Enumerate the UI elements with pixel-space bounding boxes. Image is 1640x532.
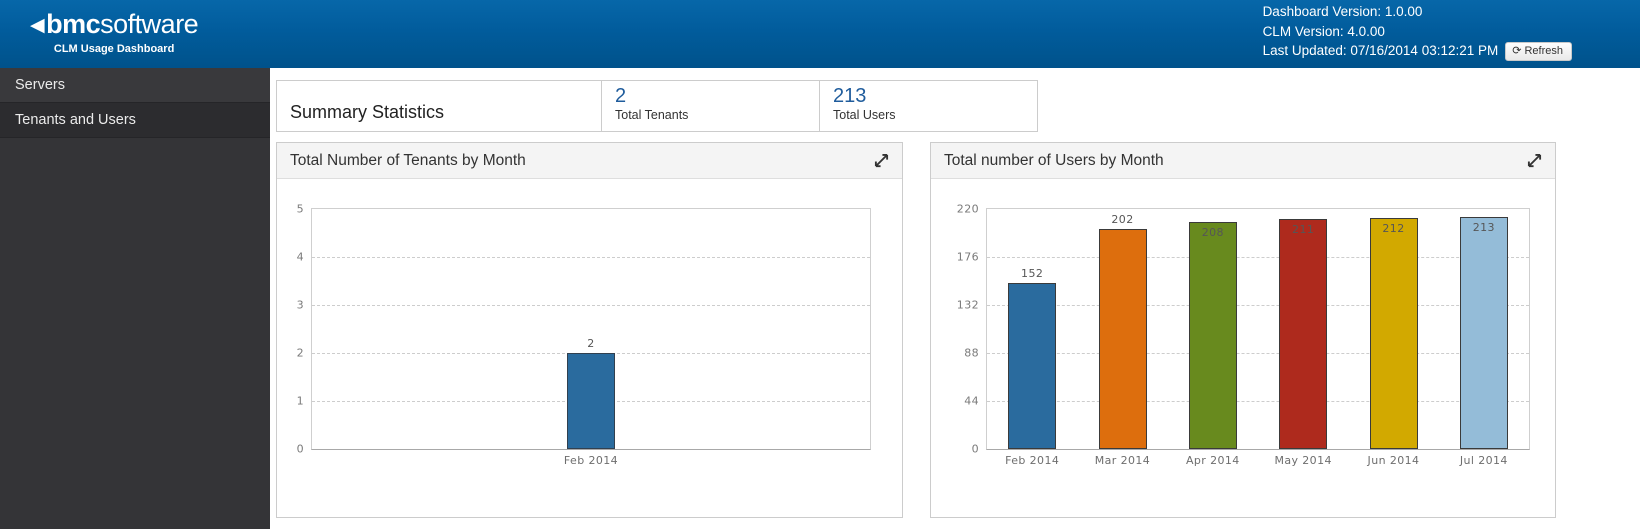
expand-icon[interactable] (874, 153, 889, 168)
x-tick-label: Apr 2014 (1168, 454, 1258, 467)
total-users-value: 213 (833, 85, 1037, 107)
users-chart-panel: Total number of Users by Month 0 44 88 132 1… (930, 142, 1556, 518)
gridline (987, 305, 1529, 306)
bmc-logo: ◀bmcsoftware CLM Usage Dashboard (30, 9, 198, 55)
bar[interactable] (1008, 283, 1056, 449)
y-tick-label: 2 (266, 347, 304, 360)
x-tick-label: Jul 2014 (1439, 454, 1529, 467)
y-tick-label: 3 (266, 299, 304, 312)
logo-software: software (100, 9, 198, 39)
gridline (312, 305, 870, 306)
users-chart-title: Total number of Users by Month (944, 152, 1164, 169)
refresh-button-label: Refresh (1524, 45, 1563, 57)
users-chart-plot: 04488132176220152Feb 2014202Mar 2014208A… (986, 208, 1530, 450)
bar[interactable] (567, 353, 615, 449)
sidebar-nav: Servers Tenants and Users (0, 68, 270, 529)
y-tick-label: 5 (266, 203, 304, 216)
users-chart-body: 0 44 88 132 176 220 152 Feb 2014 202 Mar 2014 208 A… (931, 179, 1555, 517)
refresh-icon: ⟳ (1512, 45, 1521, 57)
gridline (987, 401, 1529, 402)
summary-title: Summary Statistics (290, 102, 444, 123)
refresh-button[interactable]: ⟳Refresh (1505, 42, 1572, 61)
y-tick-label: 176 (941, 251, 979, 264)
gridline (312, 257, 870, 258)
bar-value-label: 211 (1273, 223, 1333, 236)
y-tick-label: 44 (941, 395, 979, 408)
bar[interactable] (1460, 217, 1508, 449)
bar-value-label: 213 (1454, 221, 1514, 234)
bar[interactable] (1279, 219, 1327, 449)
bar-value-label: 2 (561, 337, 621, 350)
y-tick-label: 1 (266, 395, 304, 408)
dashboard-version-text: Dashboard Version: 1.0.00 (1263, 2, 1572, 22)
x-tick-label: Feb 2014 (312, 454, 870, 467)
total-tenants-label: Total Tenants (615, 108, 819, 122)
expand-icon[interactable] (1527, 153, 1542, 168)
bar[interactable] (1370, 218, 1418, 449)
last-updated-row: Last Updated: 07/16/2014 03:12:21 PM ⟳Ref… (1263, 41, 1572, 61)
sidebar-item-tenants-and-users[interactable]: Tenants and Users (0, 103, 270, 138)
y-tick-label: 132 (941, 299, 979, 312)
tenants-chart-panel: Total Number of Tenants by Month 0123452… (276, 142, 903, 518)
tenants-chart-title: Total Number of Tenants by Month (290, 152, 526, 169)
summary-title-cell: Summary Statistics (277, 81, 601, 131)
tenants-chart-plot: 0123452Feb 2014 (311, 208, 871, 450)
top-header-bar: ◀bmcsoftware CLM Usage Dashboard Dashboa… (0, 0, 1640, 68)
gridline (987, 257, 1529, 258)
y-tick-label: 4 (266, 251, 304, 264)
total-tenants-stat: 2 Total Tenants (601, 81, 819, 131)
bar-value-label: 152 (1002, 267, 1062, 280)
tenants-chart-header: Total Number of Tenants by Month (277, 143, 902, 179)
dashboard-page: ◀bmcsoftware CLM Usage Dashboard Dashboa… (0, 0, 1640, 532)
summary-statistics-panel: Summary Statistics 2 Total Tenants 213 T… (276, 80, 1038, 132)
tenants-chart-body: 0123452Feb 2014 (277, 179, 902, 517)
bar-value-label: 212 (1364, 222, 1424, 235)
total-users-label: Total Users (833, 108, 1037, 122)
app-title: CLM Usage Dashboard (30, 43, 198, 55)
bmc-chevron-icon: ◀ (30, 15, 44, 36)
version-info-block: Dashboard Version: 1.0.00 CLM Version: 4… (1263, 2, 1572, 61)
bar[interactable] (1099, 229, 1147, 449)
y-tick-label: 88 (941, 347, 979, 360)
total-users-stat: 213 Total Users (819, 81, 1037, 131)
y-tick-label: 0 (941, 443, 979, 456)
logo-bmc: bmc (46, 9, 100, 39)
bar-value-label: 202 (1093, 213, 1153, 226)
sidebar-item-servers[interactable]: Servers (0, 68, 270, 103)
total-tenants-value: 2 (615, 85, 819, 107)
bar-value-label: 208 (1183, 226, 1243, 239)
y-tick-label: 220 (941, 203, 979, 216)
x-tick-label: Feb 2014 (987, 454, 1077, 467)
clm-version-text: CLM Version: 4.0.00 (1263, 22, 1572, 42)
y-tick-label: 0 (266, 443, 304, 456)
gridline (987, 353, 1529, 354)
bar[interactable] (1189, 222, 1237, 449)
x-tick-label: May 2014 (1258, 454, 1348, 467)
users-chart-header: Total number of Users by Month (931, 143, 1555, 179)
x-tick-label: Mar 2014 (1077, 454, 1167, 467)
bmc-logo-text: ◀bmcsoftware (30, 9, 198, 41)
last-updated-text: Last Updated: 07/16/2014 03:12:21 PM (1263, 43, 1499, 58)
x-tick-label: Jun 2014 (1348, 454, 1438, 467)
